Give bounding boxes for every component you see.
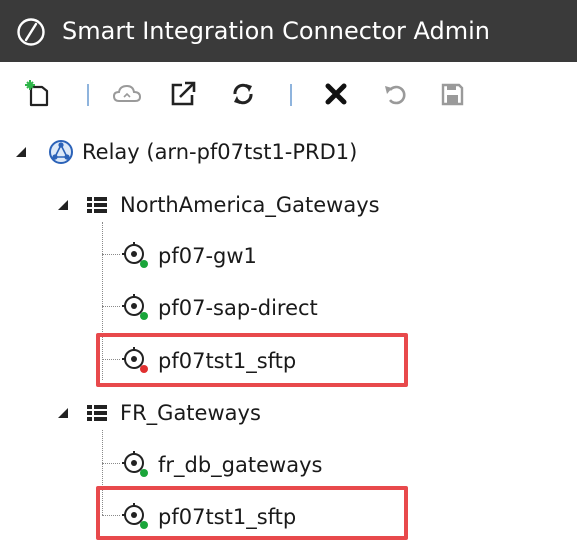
delete-button[interactable] [321,79,351,109]
tree-node-group-fr[interactable]: FR_Gateways [56,393,261,433]
tree-node-label: pf07-sap-direct [158,296,318,320]
refresh-icon [233,83,253,105]
connector-tree: Relay (arn-pf07tst1-PRD1) NorthAmerica_G… [0,126,577,540]
expanded-triangle-icon[interactable] [56,406,70,420]
tree-node-group-northamerica[interactable]: NorthAmerica_Gateways [56,185,380,225]
tree-node-label: pf07-gw1 [158,244,257,268]
undo-icon [385,85,406,105]
tree-node-label: FR_Gateways [120,401,261,425]
expanded-triangle-icon[interactable] [14,145,28,159]
relay-icon [49,140,73,164]
toolbar-separator [290,84,292,106]
tree-connector-line [102,254,120,255]
tree-node-relay[interactable]: Relay (arn-pf07tst1-PRD1) [14,132,357,172]
highlight-box [96,486,408,540]
tree-node-label: Relay (arn-pf07tst1-PRD1) [82,140,358,164]
delete-x-icon [325,83,347,105]
new-document-icon [25,80,49,107]
toolbar-separator [87,84,89,106]
toolbar [0,62,577,126]
tree-node-label: NorthAmerica_Gateways [120,193,380,217]
tree-node-label: fr_db_gateways [158,453,323,477]
undo-button[interactable] [380,79,410,109]
title-bar: Smart Integration Connector Admin [0,0,577,62]
tree-node-gateway[interactable]: fr_db_gateways [122,445,322,485]
slashed-circle-logo-icon [17,18,45,46]
gateway-group-icon [87,405,107,421]
cloud-button[interactable] [112,79,142,109]
expanded-triangle-icon[interactable] [56,198,70,212]
tree-connector-line [102,306,120,307]
cloud-icon [112,84,142,102]
gateway-connected-icon [122,451,148,477]
gateway-connected-icon [122,294,148,320]
highlight-box [96,333,408,387]
refresh-button[interactable] [228,79,258,109]
tree-node-gateway[interactable]: pf07-gw1 [122,236,257,276]
new-button[interactable] [24,79,54,109]
gateway-group-icon [87,197,107,213]
save-icon [441,83,464,106]
save-button[interactable] [437,79,467,109]
tree-connector-line [102,463,120,464]
external-link-icon [171,81,196,106]
gateway-connected-icon [122,242,148,268]
open-external-button[interactable] [168,79,198,109]
window-title: Smart Integration Connector Admin [62,17,491,45]
tree-node-gateway[interactable]: pf07-sap-direct [122,288,318,328]
